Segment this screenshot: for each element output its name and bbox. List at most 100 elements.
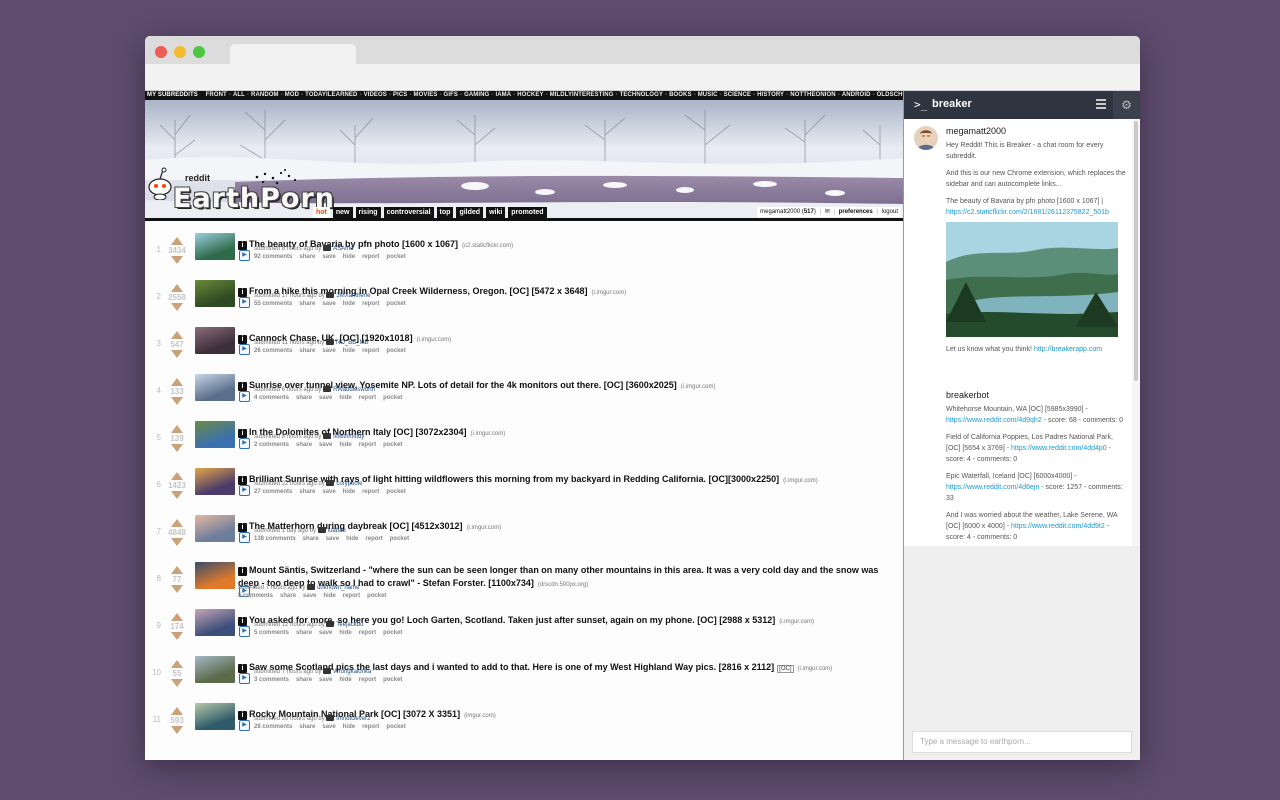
post-domain[interactable]: (i.imgur.com) xyxy=(779,619,814,625)
comments-link[interactable]: 2 comments xyxy=(254,442,289,448)
comments-link[interactable]: 26 comments xyxy=(254,348,292,354)
post-author[interactable]: imnotclever2 xyxy=(336,716,370,722)
subreddit-link-books[interactable]: BOOKS xyxy=(669,92,692,98)
downvote-icon[interactable] xyxy=(171,350,183,358)
message-link[interactable]: https://www.reddit.com/4d6ejn xyxy=(946,484,1039,491)
username-link[interactable]: megamatt2000 xyxy=(760,209,800,215)
save-button[interactable]: save xyxy=(326,536,339,542)
post-author[interactable]: Teejackbo xyxy=(336,622,363,628)
link-preview-image[interactable] xyxy=(946,222,1118,337)
downvote-icon[interactable] xyxy=(171,444,183,452)
save-button[interactable]: save xyxy=(303,593,316,599)
post-thumbnail[interactable] xyxy=(195,327,235,354)
pocket-button[interactable]: pocket xyxy=(383,395,402,401)
save-button[interactable]: save xyxy=(319,677,332,683)
pocket-button[interactable]: pocket xyxy=(383,677,402,683)
save-button[interactable]: save xyxy=(322,724,335,730)
tab-controversial[interactable]: controversial xyxy=(383,207,434,218)
comments-link[interactable]: 55 comments xyxy=(254,301,292,307)
hide-button[interactable]: hide xyxy=(323,593,335,599)
chat-message-input[interactable]: Type a message to earthporn... xyxy=(912,731,1132,753)
subreddit-link-music[interactable]: MUSIC xyxy=(698,92,718,98)
report-button[interactable]: report xyxy=(362,254,379,260)
post-author[interactable]: 3MXanthene xyxy=(336,293,370,299)
hide-button[interactable]: hide xyxy=(343,724,355,730)
hide-button[interactable]: hide xyxy=(343,254,355,260)
gear-icon[interactable]: ⚙ xyxy=(1113,91,1140,119)
subreddit-link-videos[interactable]: VIDEOS xyxy=(364,92,387,98)
subreddit-logo[interactable]: reddit EarthPorn xyxy=(147,166,334,216)
expand-image-icon[interactable]: ▶ xyxy=(239,485,250,496)
subreddit-link-mildlyinteresting[interactable]: MILDLYINTERESTING xyxy=(550,92,614,98)
pocket-button[interactable]: pocket xyxy=(383,442,402,448)
message-link[interactable]: https://www.reddit.com/4d9qh2 xyxy=(946,417,1042,424)
upvote-icon[interactable] xyxy=(171,331,183,339)
post-thumbnail[interactable] xyxy=(195,280,235,307)
hide-button[interactable]: hide xyxy=(339,442,351,448)
comments-link[interactable]: 92 comments xyxy=(254,254,292,260)
subreddit-link-todayilearned[interactable]: TODAYILEARNED xyxy=(305,92,357,98)
message-author[interactable]: megamatt2000 xyxy=(946,126,1126,137)
expand-image-icon[interactable]: ▶ xyxy=(239,344,250,355)
tab-new[interactable]: new xyxy=(332,207,353,218)
tab-rising[interactable]: rising xyxy=(355,207,381,218)
pocket-button[interactable]: pocket xyxy=(386,724,405,730)
post-thumbnail[interactable] xyxy=(195,562,235,589)
list-icon[interactable] xyxy=(1096,99,1106,109)
my-subreddits-dropdown[interactable]: MY SUBREDDITS xyxy=(147,92,198,98)
upvote-icon[interactable] xyxy=(171,425,183,433)
report-button[interactable]: report xyxy=(362,724,379,730)
scrollbar-thumb[interactable] xyxy=(1134,121,1138,381)
subreddit-link-gifs[interactable]: GIFS xyxy=(444,92,458,98)
subreddit-link-history[interactable]: HISTORY xyxy=(757,92,784,98)
post-domain[interactable]: (i.imgur.com) xyxy=(681,384,716,390)
tab-wiki[interactable]: wiki xyxy=(486,207,506,218)
preferences-link[interactable]: preferences xyxy=(839,209,873,215)
expand-image-icon[interactable]: ▶ xyxy=(239,626,250,637)
share-button[interactable]: share xyxy=(299,254,315,260)
comments-link[interactable]: 138 comments xyxy=(254,536,296,542)
comments-link[interactable]: 3 comments xyxy=(254,677,289,683)
downvote-icon[interactable] xyxy=(171,303,183,311)
upvote-icon[interactable] xyxy=(171,284,183,292)
hide-button[interactable]: hide xyxy=(339,677,351,683)
save-button[interactable]: save xyxy=(319,442,332,448)
post-domain[interactable]: (i.imgur.com) xyxy=(783,478,818,484)
post-thumbnail[interactable] xyxy=(195,421,235,448)
minimize-window-button[interactable] xyxy=(174,46,186,58)
subreddit-link-hockey[interactable]: HOCKEY xyxy=(517,92,543,98)
post-author[interactable]: fitwithmindy xyxy=(333,434,364,440)
share-button[interactable]: share xyxy=(299,724,315,730)
subreddit-link-iama[interactable]: IAMA xyxy=(495,92,511,98)
post-thumbnail[interactable] xyxy=(195,515,235,542)
subreddit-link-oldschoolcool[interactable]: OLDSCHOOLCOOL xyxy=(877,92,903,98)
pocket-button[interactable]: pocket xyxy=(386,301,405,307)
post-author[interactable]: luabau xyxy=(328,528,346,534)
downvote-icon[interactable] xyxy=(171,679,183,687)
post-domain[interactable]: (i.imgur.com) xyxy=(467,525,502,531)
subreddit-link-android[interactable]: ANDROID xyxy=(842,92,871,98)
save-button[interactable]: save xyxy=(319,395,332,401)
expand-image-icon[interactable]: ▶ xyxy=(239,673,250,684)
expand-image-icon[interactable]: ▶ xyxy=(239,250,250,261)
share-button[interactable]: share xyxy=(299,489,315,495)
downvote-icon[interactable] xyxy=(171,491,183,499)
report-button[interactable]: report xyxy=(359,677,376,683)
subreddit-link-movies[interactable]: MOVIES xyxy=(413,92,437,98)
save-button[interactable]: save xyxy=(322,254,335,260)
post-author[interactable]: Wrongkalonka xyxy=(333,669,371,675)
report-button[interactable]: report xyxy=(359,395,376,401)
share-button[interactable]: share xyxy=(296,442,312,448)
report-button[interactable]: report xyxy=(359,630,376,636)
expand-image-icon[interactable]: ▶ xyxy=(239,297,250,308)
share-button[interactable]: share xyxy=(299,348,315,354)
expand-image-icon[interactable]: ▶ xyxy=(239,391,250,402)
report-button[interactable]: report xyxy=(362,301,379,307)
post-author[interactable]: RWaddlesworth xyxy=(333,387,375,393)
expand-image-icon[interactable]: ▶ xyxy=(239,438,250,449)
subreddit-link-pics[interactable]: PICS xyxy=(393,92,407,98)
pocket-button[interactable]: pocket xyxy=(390,536,409,542)
comments-link[interactable]: 4 comments xyxy=(254,395,289,401)
post-thumbnail[interactable] xyxy=(195,374,235,401)
post-author[interactable]: NO_BB_MB xyxy=(336,340,369,346)
